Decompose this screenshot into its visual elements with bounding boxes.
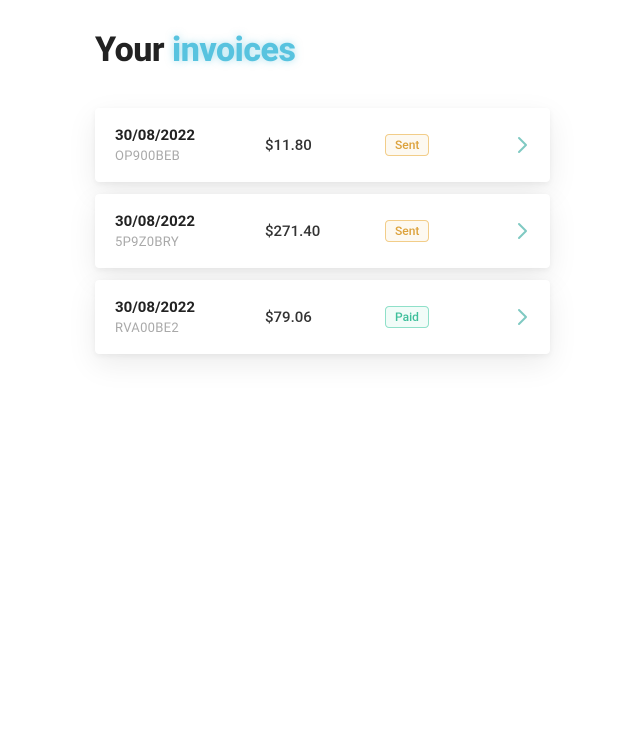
status-badge: Paid [385, 306, 429, 328]
invoice-amount: $271.40 [265, 222, 385, 240]
invoice-row[interactable]: 30/08/2022 OP900BEB $11.80 Sent [95, 108, 550, 182]
invoice-date: 30/08/2022 [115, 298, 265, 316]
page-title-prefix: Your [95, 30, 172, 70]
invoice-row[interactable]: 30/08/2022 RVA00BE2 $79.06 Paid [95, 280, 550, 354]
invoice-date: 30/08/2022 [115, 212, 265, 230]
invoice-list: 30/08/2022 OP900BEB $11.80 Sent 30/08/20… [95, 108, 550, 354]
invoice-row[interactable]: 30/08/2022 5P9Z0BRY $271.40 Sent [95, 194, 550, 268]
invoice-amount: $79.06 [265, 308, 385, 326]
invoice-code: RVA00BE2 [115, 321, 265, 336]
chevron-right-icon[interactable] [516, 135, 530, 155]
chevron-right-icon[interactable] [516, 221, 530, 241]
page-title-accent: invoices [172, 30, 295, 70]
invoice-amount: $11.80 [265, 136, 385, 154]
invoice-date: 30/08/2022 [115, 126, 265, 144]
page-title: Your invoices [95, 30, 550, 70]
status-badge: Sent [385, 134, 429, 156]
chevron-right-icon[interactable] [516, 307, 530, 327]
invoice-code: 5P9Z0BRY [115, 235, 265, 250]
invoice-code: OP900BEB [115, 149, 265, 164]
status-badge: Sent [385, 220, 429, 242]
